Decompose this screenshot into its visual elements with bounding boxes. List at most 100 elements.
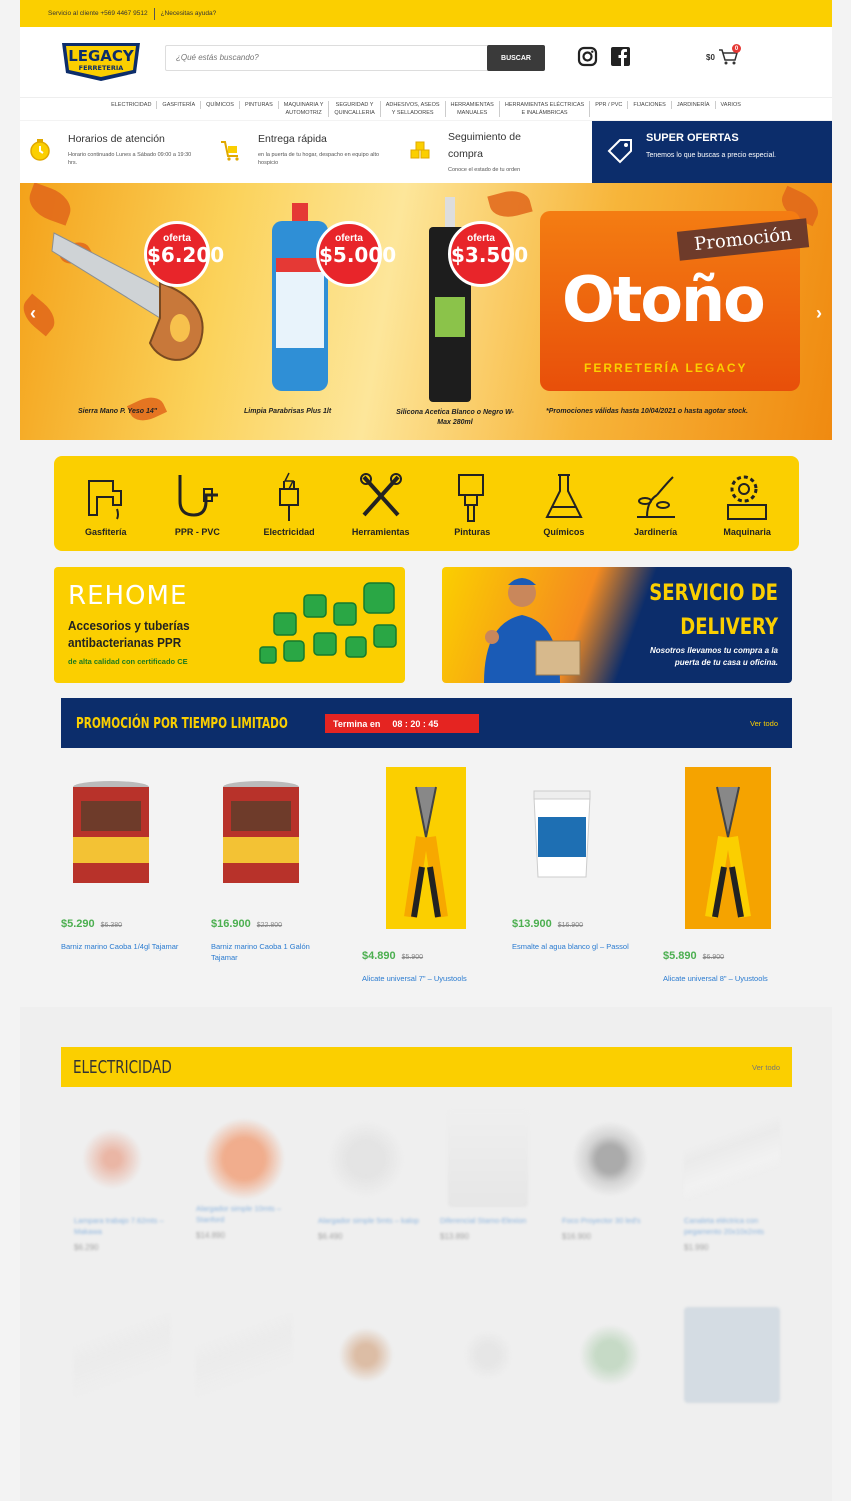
- product-price: $16.900: [562, 1232, 591, 1241]
- nav-item[interactable]: QUÍMICOS: [201, 101, 240, 109]
- nav-item-label: ELECTRICIDAD: [111, 102, 152, 108]
- product-card[interactable]: Diferencial Stamo-Elexion $13.890: [440, 1111, 550, 1241]
- search-button[interactable]: BUSCAR: [487, 45, 545, 71]
- category-gasfiteria[interactable]: Gasfitería: [62, 471, 150, 537]
- product-image: [196, 1307, 292, 1403]
- nav-item-label: QUINCALLERIA: [334, 110, 375, 116]
- customer-service-phone[interactable]: Servicio al cliente +569 4467 9512: [48, 10, 148, 17]
- category-electricidad[interactable]: Electricidad: [245, 471, 333, 537]
- category-pinturas[interactable]: Pinturas: [428, 471, 516, 537]
- nav-item[interactable]: VARIOS: [716, 101, 746, 109]
- offer-price: $3.500: [451, 243, 529, 267]
- nav-item[interactable]: FIJACIONES: [628, 101, 672, 109]
- product-card-placeholder[interactable]: [440, 1307, 550, 1403]
- product-name[interactable]: Esmalte al agua blanco gl – Passol: [512, 941, 632, 952]
- product-card[interactable]: $5.290 $6.380 Barniz marino Caoba 1/4gl T…: [61, 777, 181, 952]
- nav-item[interactable]: GASFITERÍA: [157, 101, 202, 109]
- nav-item-label: ADHESIVOS, ASEOS: [385, 102, 440, 108]
- nav-item-label: HERRAMIENTAS ELÉCTRICAS: [504, 102, 585, 108]
- product-name[interactable]: Alicate universal 8" – Uyustools: [663, 973, 783, 984]
- product-card-placeholder[interactable]: [684, 1307, 794, 1403]
- instagram-icon[interactable]: [577, 46, 598, 67]
- section-title: ELECTRICIDAD: [73, 1057, 172, 1078]
- nav-item[interactable]: JARDINERÍA: [672, 101, 716, 109]
- price-row: $16.900 $22.800: [211, 914, 331, 932]
- legacy-logo[interactable]: LEGACY FERRETERIA: [58, 39, 144, 83]
- category-quimicos[interactable]: Químicos: [520, 471, 608, 537]
- product-price: $6.490: [318, 1232, 343, 1241]
- product-name[interactable]: Barniz marino Caoba 1/4gl Tajamar: [61, 941, 181, 952]
- nav-item[interactable]: HERRAMIENTAS MANUALES: [446, 101, 500, 117]
- product-name[interactable]: Alargador simple 5mts – kalop: [318, 1215, 428, 1226]
- nav-item-label: VARIOS: [720, 102, 741, 108]
- nav-item[interactable]: MAQUINARIA Y AUTOMOTRIZ: [279, 101, 330, 117]
- delivery-title-line2: DELIVERY: [680, 615, 778, 640]
- facebook-icon[interactable]: [610, 46, 631, 67]
- nav-item-label: E INALÁMBRICAS: [521, 110, 568, 116]
- nav-item[interactable]: ELECTRICIDAD: [106, 101, 158, 109]
- autumn-leaf: [24, 183, 76, 226]
- category-jardineria[interactable]: Jardinería: [612, 471, 700, 537]
- delivery-man-image: [484, 578, 581, 683]
- delivery-desc-line2: puerta de tu casa u oficina.: [674, 658, 778, 667]
- help-link[interactable]: ¿Necesitas ayuda?: [161, 10, 217, 17]
- product-image: [74, 1111, 170, 1207]
- product-image: [318, 1111, 414, 1207]
- carousel-next-arrow[interactable]: ›: [816, 303, 822, 324]
- product-name[interactable]: Alargador simple 10mts – Stanford: [196, 1203, 306, 1225]
- top-info-bar: Servicio al cliente +569 4467 9512 ¿Nece…: [20, 0, 832, 27]
- product-card-placeholder[interactable]: [562, 1307, 672, 1403]
- search-input[interactable]: [176, 53, 476, 62]
- carousel-prev-arrow[interactable]: ‹: [30, 303, 36, 324]
- product-old-price: $6.900: [702, 954, 725, 961]
- cart-total: $0: [706, 52, 715, 62]
- product-image: [440, 1307, 536, 1403]
- paint-bucket-image: [533, 790, 591, 878]
- category-label: Gasfitería: [85, 526, 127, 537]
- nav-item-label: MANUALES: [457, 110, 488, 116]
- view-all-link[interactable]: Ver todo: [750, 719, 778, 728]
- view-all-link[interactable]: Ver todo: [752, 1063, 780, 1072]
- product-name[interactable]: Foco Proyector 30 led's: [562, 1215, 672, 1226]
- product-price: $13.900: [512, 918, 552, 930]
- product-name[interactable]: Diferencial Stamo-Elexion: [440, 1215, 550, 1226]
- hero-carousel[interactable]: oferta $6.200 oferta $5.000 oferta $3.50…: [20, 183, 832, 440]
- product-price: $6.290: [74, 1243, 99, 1252]
- product-name[interactable]: Alicate universal 7" – Uyustools: [362, 973, 482, 984]
- product-price: $4.890: [362, 950, 396, 962]
- product-name[interactable]: Barniz marino Caoba 1 Galón Tajamar: [211, 941, 331, 963]
- product-card[interactable]: $4.890 $5.900 Alicate universal 7" – Uyus…: [362, 767, 482, 984]
- product-card-placeholder[interactable]: [74, 1307, 184, 1403]
- product-name[interactable]: Canaleta eléctrica con pegamento 20x10x2…: [684, 1215, 794, 1237]
- product-card-placeholder[interactable]: [196, 1307, 306, 1403]
- category-label: Maquinaria: [723, 526, 771, 537]
- cart-widget[interactable]: $0 0: [706, 44, 741, 66]
- product-card[interactable]: Alargador simple 5mts – kalop $6.490: [318, 1111, 428, 1241]
- limited-time-title: PROMOCIÓN POR TIEMPO LIMITADO: [76, 714, 288, 732]
- product-card[interactable]: Foco Proyector 30 led's $16.900: [562, 1111, 672, 1241]
- nav-item-label: QUÍMICOS: [206, 102, 234, 108]
- feature-title: Seguimiento de compra: [448, 131, 521, 160]
- nav-item[interactable]: ADHESIVOS, ASEOS Y SELLADORES: [381, 101, 446, 117]
- product-card[interactable]: $5.890 $6.900 Alicate universal 8" – Uyus…: [663, 767, 783, 984]
- super-ofertas-panel[interactable]: SUPER OFERTAS Tenemos lo que buscas a pr…: [592, 121, 832, 183]
- product-card[interactable]: Lampara trabajo 7.62mts – Makawa $6.290: [74, 1111, 184, 1252]
- product-name[interactable]: Lampara trabajo 7.62mts – Makawa: [74, 1215, 184, 1237]
- nav-item[interactable]: PINTURAS: [240, 101, 279, 109]
- category-herramientas[interactable]: Herramientas: [337, 471, 425, 537]
- rehome-banner[interactable]: REHOME Accesorios y tuberías antibacteri…: [54, 567, 405, 683]
- category-ppr-pvc[interactable]: PPR - PVC: [153, 471, 241, 537]
- nav-item[interactable]: PPR / PVC: [590, 101, 629, 109]
- delivery-banner[interactable]: SERVICIO DE DELIVERY Nosotros llevamos t…: [442, 567, 792, 683]
- product-card[interactable]: $13.900 $16.900 Esmalte al agua blanco gl…: [512, 777, 632, 952]
- nav-item[interactable]: SEGURIDAD Y QUINCALLERIA: [329, 101, 381, 117]
- category-maquinaria[interactable]: Maquinaria: [703, 471, 791, 537]
- product-card[interactable]: Canaleta eléctrica con pegamento 20x10x2…: [684, 1111, 794, 1252]
- rehome-line2: antibacterianas PPR: [68, 635, 182, 650]
- product-card-placeholder[interactable]: [318, 1307, 428, 1403]
- feature-title: Horarios de atención: [68, 133, 165, 145]
- product-card[interactable]: $16.900 $22.800 Barniz marino Caoba 1 Gal…: [211, 777, 331, 963]
- nav-item[interactable]: HERRAMIENTAS ELÉCTRICAS E INALÁMBRICAS: [500, 101, 591, 117]
- product-card[interactable]: Alargador simple 10mts – Stanford $14.89…: [196, 1111, 306, 1240]
- delivery-title-line1: SERVICIO DE: [649, 581, 778, 606]
